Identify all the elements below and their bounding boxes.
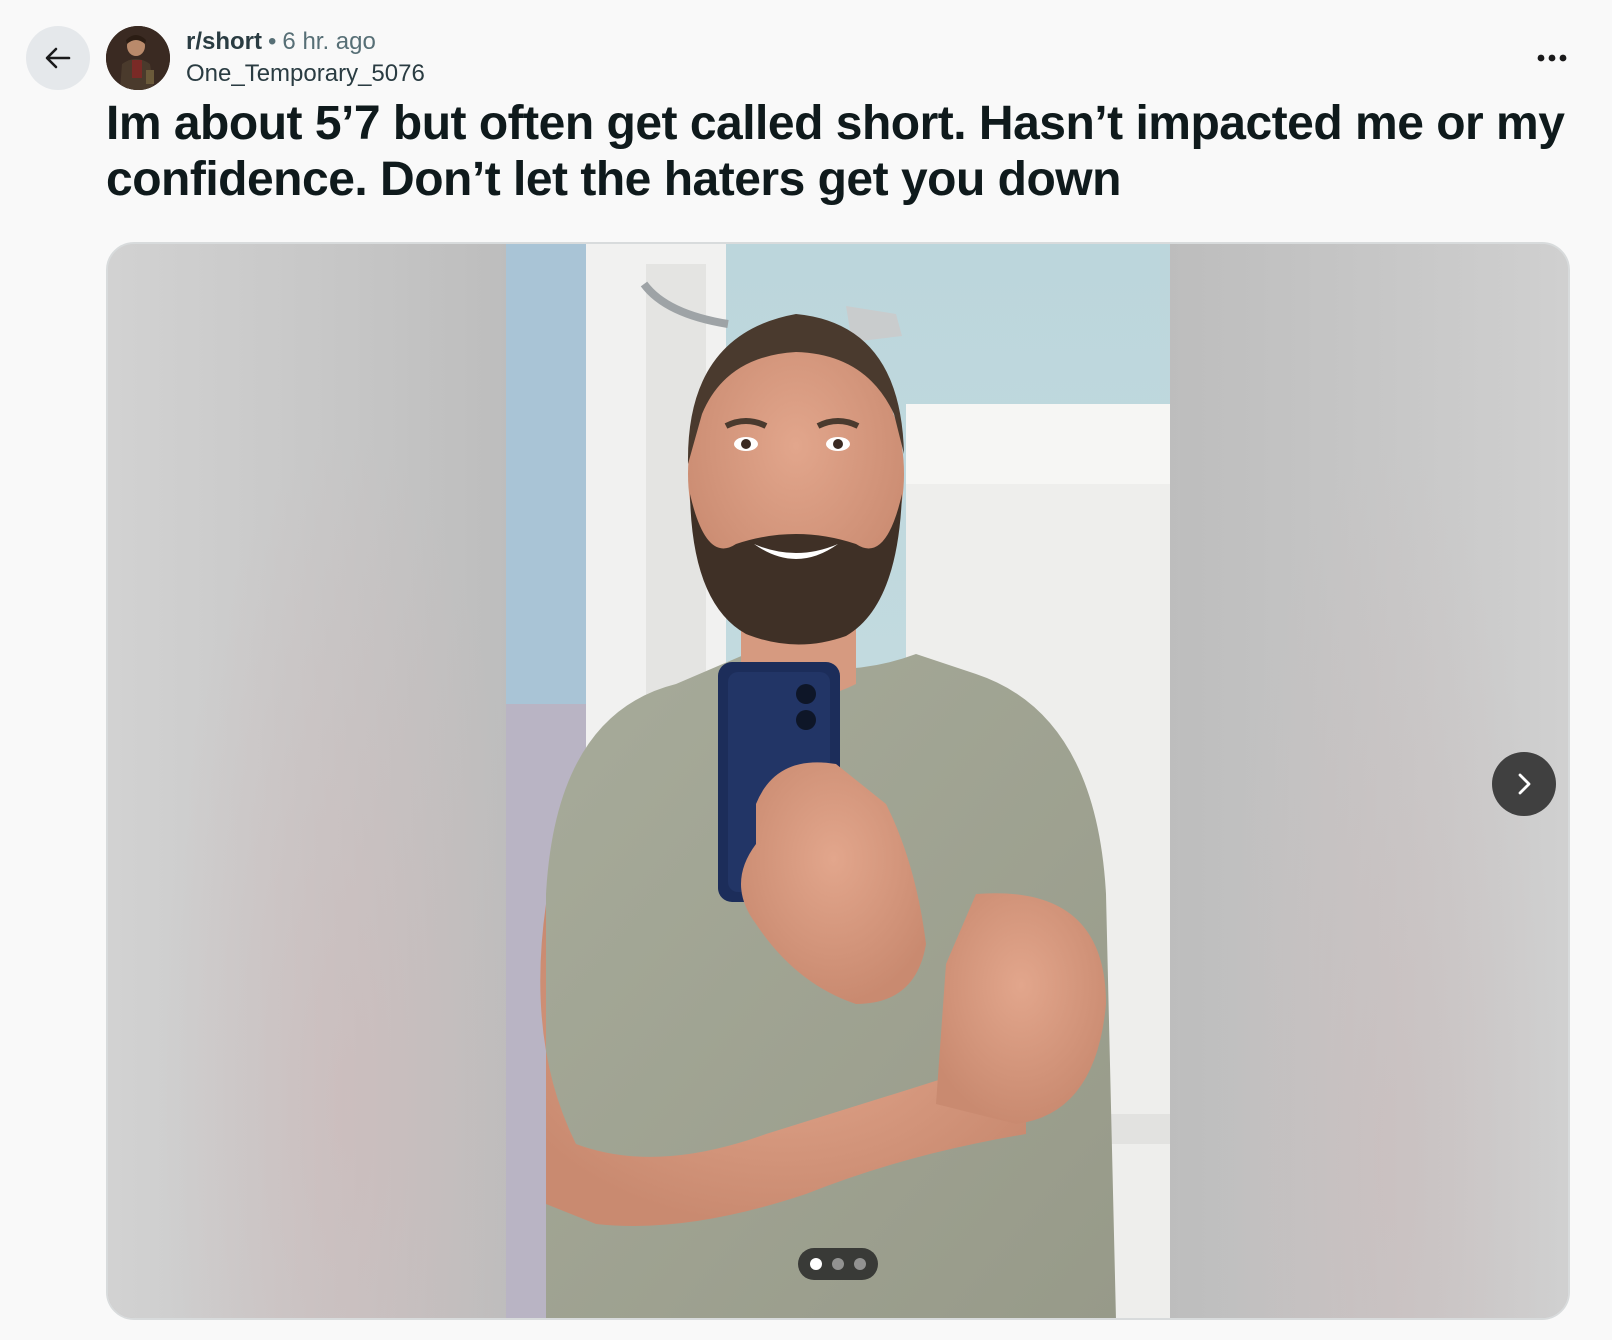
avatar-image — [106, 26, 170, 90]
image-gallery[interactable] — [106, 242, 1570, 1320]
pagination-dot-active[interactable] — [810, 1258, 822, 1270]
post-page: r/short • 6 hr. ago One_Temporary_5076 Im … — [0, 0, 1612, 1340]
pagination-dot[interactable] — [832, 1258, 844, 1270]
arrow-left-icon — [45, 47, 71, 69]
gallery-image[interactable] — [506, 244, 1170, 1318]
avatar[interactable] — [106, 26, 170, 90]
post-title[interactable]: Im about 5’7 but often get called short.… — [106, 96, 1566, 208]
more-horizontal-icon — [1537, 54, 1567, 62]
back-button[interactable] — [26, 26, 90, 90]
post-time: 6 hr. ago — [282, 28, 376, 55]
gallery-pagination — [798, 1248, 878, 1280]
chevron-right-icon — [1518, 773, 1531, 795]
pagination-dot[interactable] — [854, 1258, 866, 1270]
next-image-button[interactable] — [1492, 752, 1556, 816]
more-options-button[interactable] — [1528, 38, 1576, 78]
meta-separator: • — [268, 28, 277, 55]
username-link[interactable]: One_Temporary_5076 — [186, 58, 425, 90]
post-meta: r/short • 6 hr. ago One_Temporary_5076 — [186, 26, 425, 90]
meta-line: r/short • 6 hr. ago — [186, 26, 425, 58]
selfie-photo — [506, 244, 1170, 1318]
subreddit-link[interactable]: r/short — [186, 28, 262, 55]
gallery-blur-left — [108, 244, 508, 1318]
